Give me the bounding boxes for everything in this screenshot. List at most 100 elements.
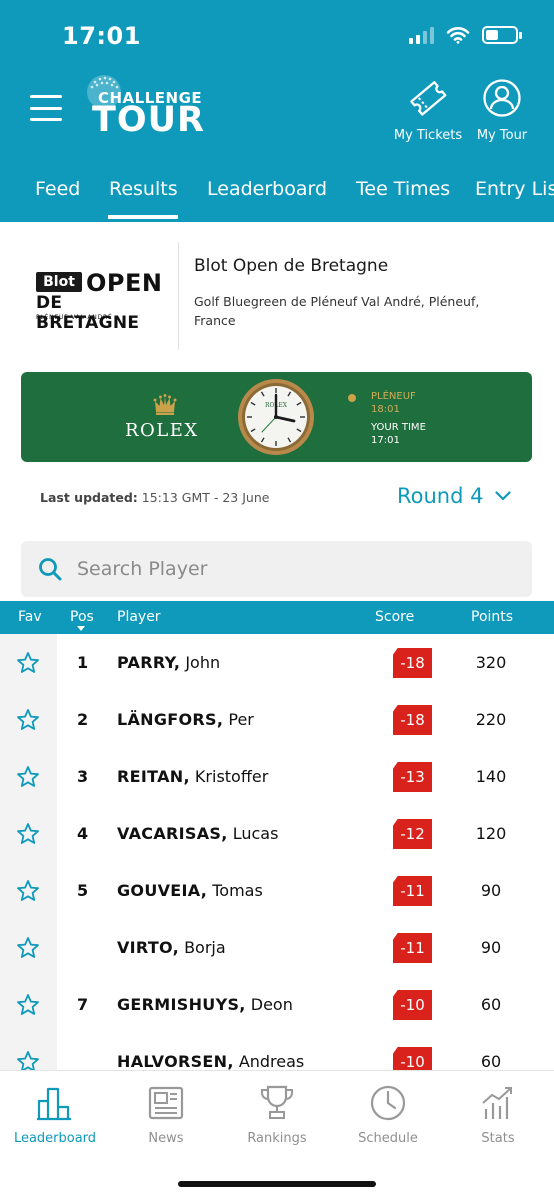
player-name[interactable]: LÄNGFORS, Per [117, 710, 254, 729]
search-player-input[interactable] [77, 555, 507, 583]
user-icon [483, 79, 521, 117]
column-header-points[interactable]: Points [471, 609, 513, 625]
nav-rankings-label: Rankings [247, 1131, 307, 1146]
favourite-star-icon[interactable] [16, 765, 40, 789]
row-points: 60 [480, 995, 502, 1014]
hamburger-menu-icon[interactable] [30, 95, 62, 121]
player-name[interactable]: HALVORSEN, Andreas [117, 1052, 304, 1070]
nav-rankings[interactable]: Rankings [222, 1083, 332, 1146]
favourite-star-icon[interactable] [16, 708, 40, 732]
my-tour-button[interactable]: My Tour [462, 78, 542, 143]
player-last-name: VACARISAS, [117, 824, 228, 843]
favourite-star-icon[interactable] [16, 993, 40, 1017]
player-last-name: GERMISHUYS, [117, 995, 246, 1014]
round-selector-label: Round 4 [397, 484, 484, 508]
leaderboard-icon [37, 1087, 71, 1121]
player-first-name: Andreas [238, 1052, 305, 1070]
player-name[interactable]: VIRTO, Borja [117, 938, 226, 957]
tab-tee-times[interactable]: Tee Times [356, 178, 450, 200]
row-points: 140 [475, 767, 507, 786]
row-position: 4 [77, 824, 89, 843]
nav-leaderboard-label: Leaderboard [13, 1131, 97, 1146]
challenge-tour-logo[interactable]: CHALLENGE TOUR [84, 72, 214, 142]
clock-icon [370, 1085, 406, 1121]
tab-entry-list[interactable]: Entry Lis [475, 178, 554, 200]
event-logo: Blot OPEN DE BRETAGNE PLÉNEUF-VAL-ANDRÉ [36, 269, 166, 333]
player-last-name: GOUVEIA, [117, 881, 208, 900]
table-row[interactable]: VIRTO, Borja -11 90 [0, 919, 554, 976]
player-first-name: Borja [184, 938, 226, 957]
nav-leaderboard[interactable]: Leaderboard [0, 1083, 110, 1146]
my-tour-label: My Tour [476, 128, 528, 143]
app-screen: 17:01 CHALLENGE TOUR My Tickets My Tour … [0, 0, 554, 1200]
cellular-signal-icon [409, 26, 434, 44]
nav-news[interactable]: News [111, 1083, 221, 1146]
row-position: 2 [77, 710, 89, 729]
home-indicator[interactable] [178, 1181, 376, 1187]
table-row[interactable]: 1 PARRY, John -18 320 [0, 634, 554, 691]
table-row[interactable]: 2 LÄNGFORS, Per -18 220 [0, 691, 554, 748]
player-first-name: Tomas [212, 881, 263, 900]
nav-schedule[interactable]: Schedule [333, 1083, 443, 1146]
favourite-star-icon[interactable] [16, 936, 40, 960]
rolex-crown-icon [153, 394, 177, 415]
row-points: 220 [475, 710, 507, 729]
rolex-local-label: PLÉNEUF [371, 391, 416, 402]
nav-stats[interactable]: Stats [443, 1083, 553, 1146]
status-icons [409, 26, 522, 44]
news-icon [148, 1086, 184, 1120]
player-name[interactable]: VACARISAS, Lucas [117, 824, 278, 843]
stats-icon [482, 1087, 512, 1119]
wifi-icon [446, 27, 470, 44]
event-logo-location: PLÉNEUF-VAL-ANDRÉ [36, 314, 113, 321]
ticket-icon [410, 81, 447, 116]
trophy-icon [261, 1085, 293, 1119]
player-last-name: PARRY, [117, 653, 181, 672]
column-header-pos[interactable]: Pos [70, 609, 94, 625]
tab-leaderboard[interactable]: Leaderboard [207, 178, 327, 200]
rolex-your-label: YOUR TIME [371, 422, 426, 433]
score-badge: -11 [393, 933, 432, 963]
score-badge: -18 [393, 648, 432, 678]
my-tickets-button[interactable]: My Tickets [388, 78, 468, 143]
table-row[interactable]: 5 GOUVEIA, Tomas -11 90 [0, 862, 554, 919]
chevron-down-icon [495, 491, 512, 501]
favourite-star-icon[interactable] [16, 822, 40, 846]
favourite-star-icon[interactable] [16, 651, 40, 675]
rolex-your-time: YOUR TIME 17:01 [371, 421, 426, 447]
player-name[interactable]: GERMISHUYS, Deon [117, 995, 293, 1014]
tab-results[interactable]: Results [109, 178, 178, 200]
player-name[interactable]: REITAN, Kristoffer [117, 767, 268, 786]
favourite-star-icon[interactable] [16, 1050, 40, 1070]
player-name[interactable]: PARRY, John [117, 653, 220, 672]
last-updated-label: Last updated: [40, 490, 138, 505]
score-badge: -10 [393, 990, 432, 1020]
rolex-clock-banner[interactable]: ROLEX ROLEX PLÉNEUF 18:01 Y [21, 372, 532, 462]
rolex-brand-text: ROLEX [125, 420, 199, 441]
tab-feed[interactable]: Feed [35, 178, 80, 200]
favourite-star-icon[interactable] [16, 879, 40, 903]
rolex-local-value: 18:01 [371, 404, 400, 415]
row-position: 3 [77, 767, 89, 786]
search-icon [39, 558, 62, 581]
player-name[interactable]: GOUVEIA, Tomas [117, 881, 263, 900]
table-row[interactable]: 7 GERMISHUYS, Deon -10 60 [0, 976, 554, 1033]
event-logo-blot: Blot [36, 272, 82, 292]
round-selector[interactable]: Round 4 [397, 484, 512, 508]
event-venue: Golf Bluegreen de Pléneuf Val André, Plé… [194, 294, 480, 328]
table-row[interactable]: 3 REITAN, Kristoffer -13 140 [0, 748, 554, 805]
logo-text-tour: TOUR [92, 100, 205, 140]
player-first-name: John [185, 653, 221, 672]
score-badge: -10 [393, 1047, 432, 1070]
rolex-local-time: PLÉNEUF 18:01 [371, 390, 416, 416]
score-badge: -18 [393, 705, 432, 735]
leaderboard-rows: 1 PARRY, John -18 320 2 LÄNGFORS, Per -1… [0, 634, 554, 1070]
table-row[interactable]: HALVORSEN, Andreas -10 60 [0, 1033, 554, 1070]
nav-news-label: News [148, 1131, 184, 1146]
search-bar [21, 541, 532, 597]
column-header-score[interactable]: Score [375, 609, 414, 625]
row-points: 120 [475, 824, 507, 843]
column-header-player[interactable]: Player [117, 609, 161, 625]
table-row[interactable]: 4 VACARISAS, Lucas -12 120 [0, 805, 554, 862]
last-updated-value: 15:13 GMT - 23 June [141, 490, 270, 505]
